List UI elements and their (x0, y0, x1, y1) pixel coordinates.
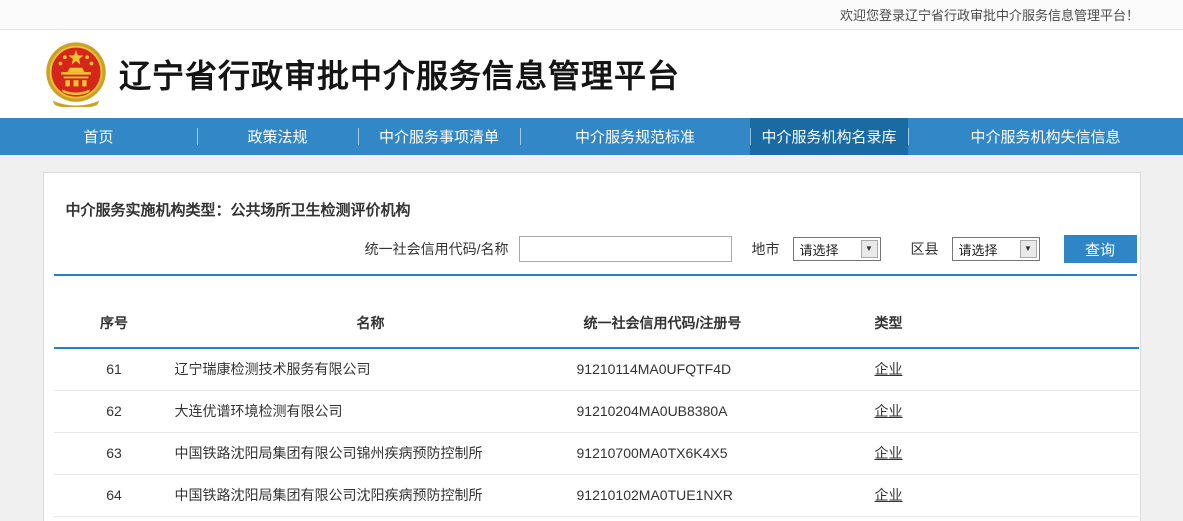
table-header-row: 序号 名称 统一社会信用代码/注册号 类型 (54, 276, 1139, 348)
national-emblem-icon (45, 41, 107, 107)
district-select[interactable]: 请选择 ▼ (952, 237, 1040, 261)
row-name: 大连优谱环境检测有限公司 (175, 390, 567, 432)
district-select-value: 请选择 (953, 240, 1020, 259)
row-name: 中国铁路沈阳局集团有限公司沈阳疾病预防控制所 (175, 474, 567, 516)
col-header-code: 统一社会信用代码/注册号 (567, 276, 759, 348)
col-header-spacer (1019, 276, 1139, 348)
chevron-down-icon[interactable]: ▼ (1020, 240, 1037, 258)
nav-item-agency-directory[interactable]: 中介服务机构名录库 (750, 118, 908, 155)
row-code: 91210204MA0UB8380A (567, 390, 759, 432)
row-no: 63 (54, 432, 175, 474)
district-label: 区县 (911, 239, 939, 259)
primary-nav: 首页 政策法规 中介服务事项清单 中介服务规范标准 中介服务机构名录库 中介服务… (0, 118, 1183, 155)
city-select-value: 请选择 (794, 240, 861, 259)
row-name: 中国铁路沈阳局集团有限公司锦州疾病预防控制所 (175, 432, 567, 474)
city-select[interactable]: 请选择 ▼ (793, 237, 881, 261)
row-name: 丹东中蓝环境检测有限公司 (175, 516, 567, 521)
table-row: 62 大连优谱环境检测有限公司 91210204MA0UB8380A 企业 (54, 390, 1139, 432)
row-name: 辽宁瑞康检测技术服务有限公司 (175, 348, 567, 390)
code-name-input[interactable] (519, 236, 732, 262)
content-panel: 中介服务实施机构类型：公共场所卫生检测评价机构 统一社会信用代码/名称 地市 请… (43, 172, 1141, 521)
chevron-down-icon[interactable]: ▼ (861, 240, 878, 258)
query-button[interactable]: 查询 (1064, 235, 1137, 263)
nav-item-standards[interactable]: 中介服务规范标准 (520, 118, 750, 155)
row-type-link[interactable]: 企业 (875, 445, 903, 461)
table-row: 64 中国铁路沈阳局集团有限公司沈阳疾病预防控制所 91210102MA0TUE… (54, 474, 1139, 516)
col-header-name: 名称 (175, 276, 567, 348)
agency-table: 序号 名称 统一社会信用代码/注册号 类型 61 辽宁瑞康检测技术服务有限公司 … (54, 276, 1139, 521)
nav-item-service-list[interactable]: 中介服务事项清单 (358, 118, 520, 155)
nav-item-home[interactable]: 首页 (0, 118, 197, 155)
row-no: 64 (54, 474, 175, 516)
row-type-link[interactable]: 企业 (875, 403, 903, 419)
row-no: 61 (54, 348, 175, 390)
row-no: 62 (54, 390, 175, 432)
topbar: 欢迎您登录辽宁省行政审批中介服务信息管理平台！ (0, 0, 1183, 30)
row-code: 91210114MA0UFQTF4D (567, 348, 759, 390)
search-form: 统一社会信用代码/名称 地市 请选择 ▼ 区县 请选择 ▼ 查询 (44, 235, 1140, 263)
city-label: 地市 (752, 239, 780, 259)
site-header: 辽宁省行政审批中介服务信息管理平台 (0, 30, 1183, 118)
table-row: 63 中国铁路沈阳局集团有限公司锦州疾病预防控制所 91210700MA0TX6… (54, 432, 1139, 474)
col-header-type: 类型 (759, 276, 1019, 348)
main-area: 中介服务实施机构类型：公共场所卫生检测评价机构 统一社会信用代码/名称 地市 请… (0, 155, 1183, 521)
site-title: 辽宁省行政审批中介服务信息管理平台 (119, 51, 680, 97)
nav-item-dishonesty-info[interactable]: 中介服务机构失信信息 (908, 118, 1183, 155)
row-code: 91210102MA0TUE1NXR (567, 474, 759, 516)
col-header-no: 序号 (54, 276, 175, 348)
page-title: 中介服务实施机构类型：公共场所卫生检测评价机构 (66, 199, 1118, 220)
row-code: 91210602MA0TU9KY9D (567, 516, 759, 521)
table-row: 61 辽宁瑞康检测技术服务有限公司 91210114MA0UFQTF4D 企业 (54, 348, 1139, 390)
row-type-link[interactable]: 企业 (875, 487, 903, 503)
welcome-text: 欢迎您登录辽宁省行政审批中介服务信息管理平台！ (840, 5, 1139, 24)
row-code: 91210700MA0TX6K4X5 (567, 432, 759, 474)
code-name-label: 统一社会信用代码/名称 (365, 239, 509, 259)
nav-item-policies[interactable]: 政策法规 (197, 118, 358, 155)
row-type-link[interactable]: 企业 (875, 361, 903, 377)
table-row: 65 丹东中蓝环境检测有限公司 91210602MA0TU9KY9D 企业 (54, 516, 1139, 521)
row-no: 65 (54, 516, 175, 521)
